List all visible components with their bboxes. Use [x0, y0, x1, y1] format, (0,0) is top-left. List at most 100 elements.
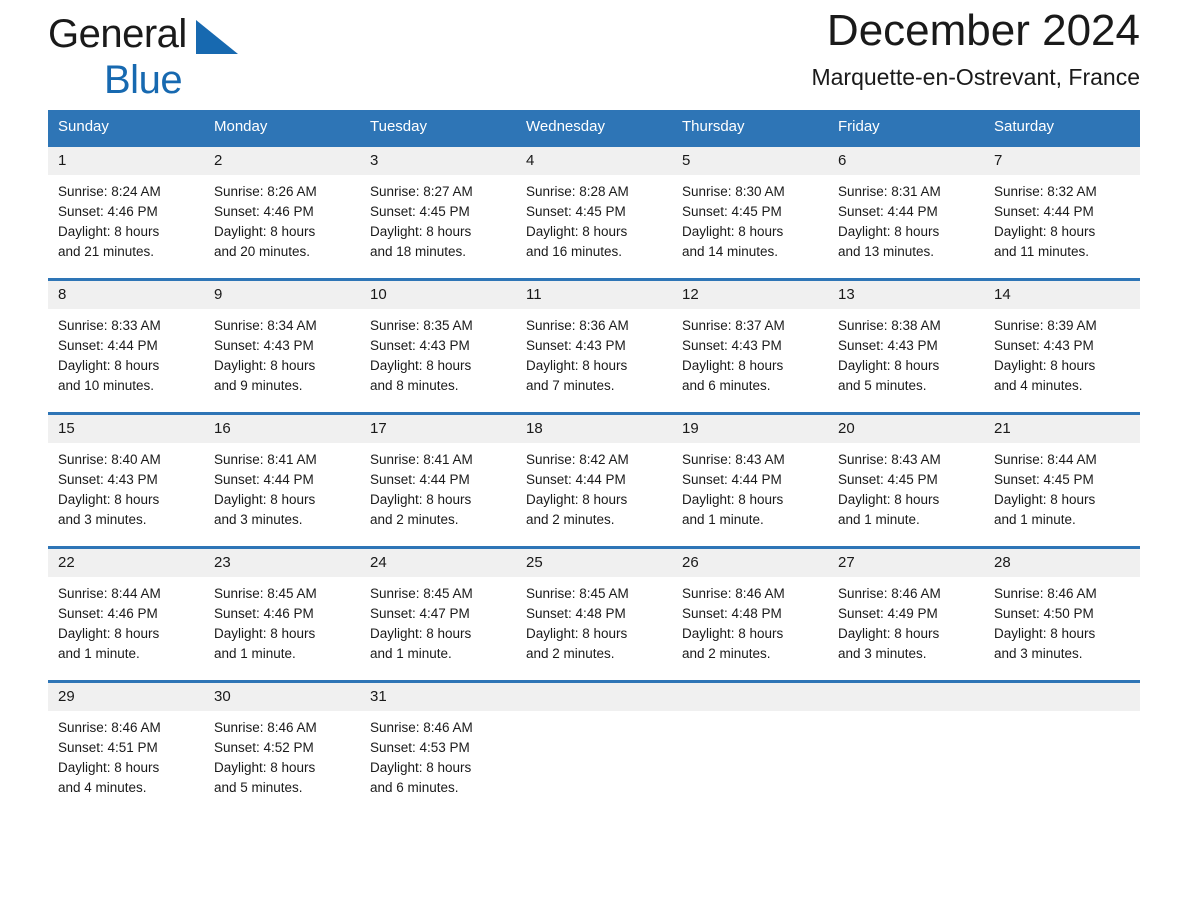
calendar-day-cell[interactable]: 13 Sunrise: 8:38 AM Sunset: 4:43 PM Dayligh… [828, 278, 984, 414]
daylight-text-line2: and 2 minutes. [682, 646, 771, 661]
calendar-day-cell[interactable]: 23 Sunrise: 8:45 AM Sunset: 4:46 PM Dayligh… [204, 546, 360, 682]
daylight-text-line1: Daylight: 8 hours [682, 224, 784, 239]
day-details: Sunrise: 8:46 AM Sunset: 4:52 PM Daylight:… [204, 711, 360, 798]
day-cell-inner [828, 683, 984, 814]
day-cell-inner: 1 Sunrise: 8:24 AM Sunset: 4:46 PM Daylight… [48, 147, 204, 278]
calendar-day-cell[interactable]: 12 Sunrise: 8:37 AM Sunset: 4:43 PM Dayligh… [672, 278, 828, 414]
calendar-day-cell[interactable]: 18 Sunrise: 8:42 AM Sunset: 4:44 PM Dayligh… [516, 412, 672, 548]
sunset-text: Sunset: 4:47 PM [370, 606, 470, 621]
sunrise-text: Sunrise: 8:45 AM [370, 586, 473, 601]
calendar-day-cell[interactable]: 3 Sunrise: 8:27 AM Sunset: 4:45 PM Daylight… [360, 144, 516, 280]
day-number: 12 [672, 281, 828, 309]
daylight-text-line1: Daylight: 8 hours [526, 224, 628, 239]
sunrise-text: Sunrise: 8:39 AM [994, 318, 1097, 333]
title-block: December 2024 Marquette-en-Ostrevant, Fr… [811, 0, 1140, 91]
day-cell-inner: 8 Sunrise: 8:33 AM Sunset: 4:44 PM Daylight… [48, 281, 204, 412]
daylight-text-line2: and 1 minute. [838, 512, 920, 527]
day-details: Sunrise: 8:32 AM Sunset: 4:44 PM Daylight:… [984, 175, 1140, 262]
calendar-day-cell[interactable]: 6 Sunrise: 8:31 AM Sunset: 4:44 PM Daylight… [828, 144, 984, 280]
day-details: Sunrise: 8:30 AM Sunset: 4:45 PM Daylight:… [672, 175, 828, 262]
calendar-day-cell[interactable]: 28 Sunrise: 8:46 AM Sunset: 4:50 PM Dayligh… [984, 546, 1140, 682]
sunset-text: Sunset: 4:43 PM [838, 338, 938, 353]
calendar-day-cell[interactable]: 22 Sunrise: 8:44 AM Sunset: 4:46 PM Dayligh… [48, 546, 204, 682]
calendar-day-cell[interactable]: 10 Sunrise: 8:35 AM Sunset: 4:43 PM Dayligh… [360, 278, 516, 414]
calendar-day-cell[interactable]: 16 Sunrise: 8:41 AM Sunset: 4:44 PM Dayligh… [204, 412, 360, 548]
day-number: 1 [48, 147, 204, 175]
day-cell-inner: 14 Sunrise: 8:39 AM Sunset: 4:43 PM Dayligh… [984, 281, 1140, 412]
daylight-text-line2: and 5 minutes. [214, 780, 303, 795]
calendar-day-cell[interactable]: 25 Sunrise: 8:45 AM Sunset: 4:48 PM Dayligh… [516, 546, 672, 682]
day-details: Sunrise: 8:41 AM Sunset: 4:44 PM Daylight:… [204, 443, 360, 530]
calendar-day-cell[interactable]: 17 Sunrise: 8:41 AM Sunset: 4:44 PM Dayligh… [360, 412, 516, 548]
sunset-text: Sunset: 4:43 PM [58, 472, 158, 487]
daylight-text-line2: and 13 minutes. [838, 244, 935, 259]
calendar-day-cell[interactable]: 26 Sunrise: 8:46 AM Sunset: 4:48 PM Dayligh… [672, 546, 828, 682]
calendar-day-cell[interactable]: 5 Sunrise: 8:30 AM Sunset: 4:45 PM Daylight… [672, 144, 828, 280]
sunset-text: Sunset: 4:49 PM [838, 606, 938, 621]
day-cell-inner [984, 683, 1140, 814]
day-details: Sunrise: 8:26 AM Sunset: 4:46 PM Daylight:… [204, 175, 360, 262]
daylight-text-line2: and 18 minutes. [370, 244, 467, 259]
calendar-day-cell[interactable]: 4 Sunrise: 8:28 AM Sunset: 4:45 PM Daylight… [516, 144, 672, 280]
calendar-day-cell[interactable]: 29 Sunrise: 8:46 AM Sunset: 4:51 PM Dayligh… [48, 680, 204, 814]
calendar-day-cell[interactable]: 9 Sunrise: 8:34 AM Sunset: 4:43 PM Daylight… [204, 278, 360, 414]
day-details: Sunrise: 8:43 AM Sunset: 4:45 PM Daylight:… [828, 443, 984, 530]
calendar-day-cell[interactable]: 21 Sunrise: 8:44 AM Sunset: 4:45 PM Dayligh… [984, 412, 1140, 548]
daylight-text-line1: Daylight: 8 hours [58, 492, 160, 507]
calendar-day-cell-empty [828, 680, 984, 814]
calendar-day-cell-empty [516, 680, 672, 814]
calendar-week-row: 15 Sunrise: 8:40 AM Sunset: 4:43 PM Dayligh… [48, 412, 1140, 548]
daylight-text-line1: Daylight: 8 hours [370, 760, 472, 775]
calendar-day-cell[interactable]: 15 Sunrise: 8:40 AM Sunset: 4:43 PM Dayligh… [48, 412, 204, 548]
sunset-text: Sunset: 4:51 PM [58, 740, 158, 755]
sunrise-text: Sunrise: 8:40 AM [58, 452, 161, 467]
daylight-text-line1: Daylight: 8 hours [682, 626, 784, 641]
calendar-day-cell[interactable]: 2 Sunrise: 8:26 AM Sunset: 4:46 PM Daylight… [204, 144, 360, 280]
calendar-day-cell[interactable]: 31 Sunrise: 8:46 AM Sunset: 4:53 PM Dayligh… [360, 680, 516, 814]
calendar-day-cell[interactable]: 14 Sunrise: 8:39 AM Sunset: 4:43 PM Dayligh… [984, 278, 1140, 414]
day-cell-inner: 9 Sunrise: 8:34 AM Sunset: 4:43 PM Daylight… [204, 281, 360, 412]
sunset-text: Sunset: 4:43 PM [370, 338, 470, 353]
calendar-body: 1 Sunrise: 8:24 AM Sunset: 4:46 PM Daylight… [48, 144, 1140, 814]
daylight-text-line1: Daylight: 8 hours [370, 626, 472, 641]
daylight-text-line1: Daylight: 8 hours [214, 626, 316, 641]
day-details: Sunrise: 8:46 AM Sunset: 4:49 PM Daylight:… [828, 577, 984, 664]
day-number: 9 [204, 281, 360, 309]
day-details: Sunrise: 8:45 AM Sunset: 4:48 PM Daylight:… [516, 577, 672, 664]
day-cell-inner: 10 Sunrise: 8:35 AM Sunset: 4:43 PM Dayligh… [360, 281, 516, 412]
day-details: Sunrise: 8:44 AM Sunset: 4:45 PM Daylight:… [984, 443, 1140, 530]
logo-triangle-icon [196, 20, 238, 54]
sunset-text: Sunset: 4:43 PM [214, 338, 314, 353]
sunset-text: Sunset: 4:43 PM [526, 338, 626, 353]
calendar-day-cell[interactable]: 19 Sunrise: 8:43 AM Sunset: 4:44 PM Dayligh… [672, 412, 828, 548]
daylight-text-line2: and 14 minutes. [682, 244, 779, 259]
day-number [672, 683, 828, 711]
sunset-text: Sunset: 4:48 PM [682, 606, 782, 621]
sunset-text: Sunset: 4:45 PM [526, 204, 626, 219]
sunrise-text: Sunrise: 8:37 AM [682, 318, 785, 333]
sunset-text: Sunset: 4:44 PM [214, 472, 314, 487]
sunrise-text: Sunrise: 8:33 AM [58, 318, 161, 333]
calendar-day-cell[interactable]: 1 Sunrise: 8:24 AM Sunset: 4:46 PM Daylight… [48, 144, 204, 280]
sunrise-text: Sunrise: 8:34 AM [214, 318, 317, 333]
daylight-text-line1: Daylight: 8 hours [58, 626, 160, 641]
day-number: 18 [516, 415, 672, 443]
day-cell-inner: 23 Sunrise: 8:45 AM Sunset: 4:46 PM Dayligh… [204, 549, 360, 680]
day-number: 30 [204, 683, 360, 711]
calendar-day-cell[interactable]: 27 Sunrise: 8:46 AM Sunset: 4:49 PM Dayligh… [828, 546, 984, 682]
daylight-text-line1: Daylight: 8 hours [58, 760, 160, 775]
daylight-text-line2: and 6 minutes. [370, 780, 459, 795]
sunrise-text: Sunrise: 8:35 AM [370, 318, 473, 333]
sunset-text: Sunset: 4:50 PM [994, 606, 1094, 621]
sunrise-text: Sunrise: 8:46 AM [370, 720, 473, 735]
weekday-header-sunday: Sunday [48, 110, 204, 146]
calendar-day-cell[interactable]: 8 Sunrise: 8:33 AM Sunset: 4:44 PM Daylight… [48, 278, 204, 414]
daylight-text-line2: and 3 minutes. [838, 646, 927, 661]
day-number: 6 [828, 147, 984, 175]
calendar-day-cell[interactable]: 30 Sunrise: 8:46 AM Sunset: 4:52 PM Dayligh… [204, 680, 360, 814]
calendar-day-cell[interactable]: 7 Sunrise: 8:32 AM Sunset: 4:44 PM Daylight… [984, 144, 1140, 280]
day-cell-inner: 15 Sunrise: 8:40 AM Sunset: 4:43 PM Dayligh… [48, 415, 204, 546]
calendar-day-cell[interactable]: 20 Sunrise: 8:43 AM Sunset: 4:45 PM Dayligh… [828, 412, 984, 548]
calendar-day-cell[interactable]: 11 Sunrise: 8:36 AM Sunset: 4:43 PM Dayligh… [516, 278, 672, 414]
calendar-day-cell[interactable]: 24 Sunrise: 8:45 AM Sunset: 4:47 PM Dayligh… [360, 546, 516, 682]
